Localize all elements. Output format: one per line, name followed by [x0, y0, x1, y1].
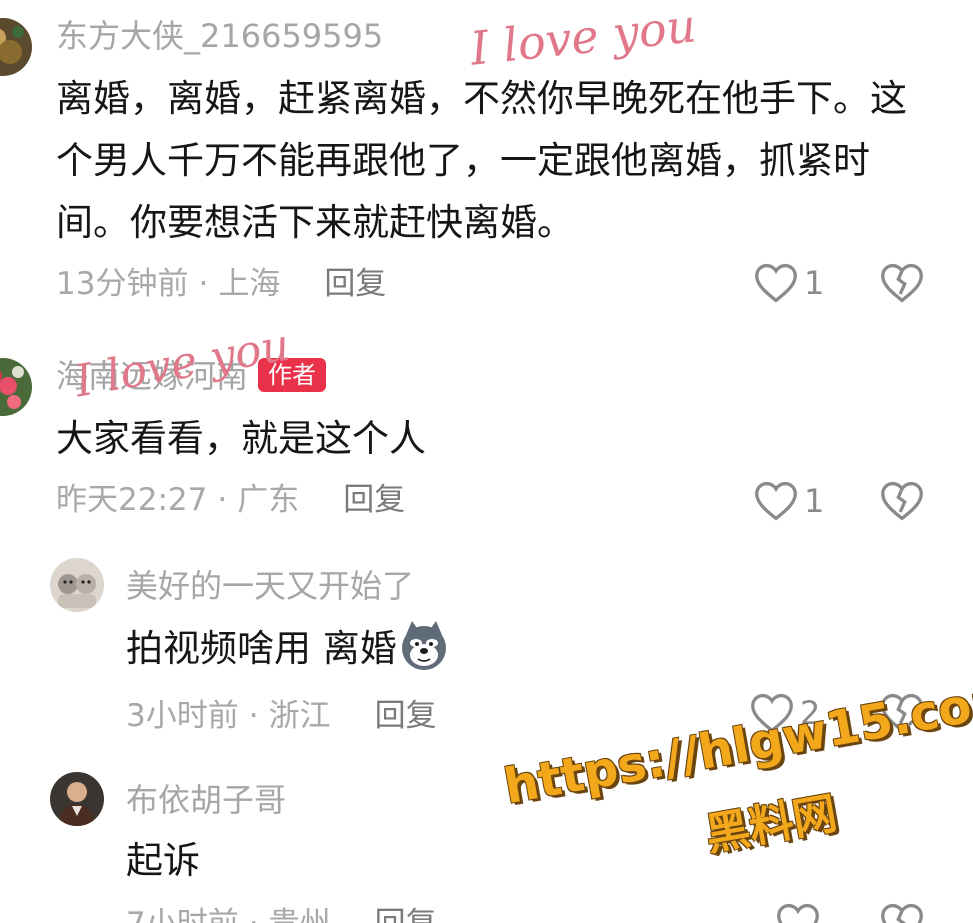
comment-username[interactable]: 美好的一天又开始了 [126, 566, 414, 606]
comment-text-content: 拍视频啥用 离婚 [126, 627, 397, 670]
avatar[interactable] [50, 772, 104, 826]
reply-button[interactable]: 回复 [343, 482, 405, 518]
heart-outline-icon [751, 693, 793, 733]
reply-button[interactable]: 回复 [375, 698, 437, 734]
broken-heart-icon [881, 481, 923, 521]
heart-outline-icon [755, 481, 797, 521]
dislike-button[interactable] [880, 692, 924, 738]
like-button[interactable]: 1 [754, 480, 824, 522]
dislike-button[interactable] [880, 262, 924, 308]
comment-meta: 13分钟前 · 上海 回复 [56, 264, 386, 304]
comment-meta: 昨天22:27 · 广东 回复 [56, 480, 405, 520]
comment-username-text: 海南远嫁河南 [56, 357, 249, 395]
like-button[interactable]: 2 [750, 692, 820, 734]
separator-dot: · [217, 482, 228, 518]
like-count: 2 [800, 694, 821, 732]
comment-location: 广东 [237, 482, 300, 518]
reply-button[interactable]: 回复 [375, 906, 437, 923]
comment-username[interactable]: 东方大侠_216659595 [56, 16, 383, 56]
avatar[interactable] [0, 18, 32, 76]
author-badge: 作者 [258, 358, 327, 392]
dislike-button[interactable] [880, 480, 924, 526]
separator-dot: · [248, 698, 259, 734]
comment-item: 东方大侠_216659595 离婚，离婚，赶紧离婚，不然你早晚死在他手下。这个男… [0, 0, 973, 320]
like-count: 1 [804, 264, 825, 302]
heart-outline-icon [777, 903, 819, 923]
broken-heart-icon [881, 263, 923, 303]
comment-time: 昨天22:27 [56, 482, 208, 518]
separator-dot: · [198, 266, 209, 302]
like-button[interactable]: 1 [754, 262, 824, 304]
avatar[interactable] [0, 358, 32, 416]
comment-time: 7小时前 [126, 906, 239, 923]
broken-heart-icon [881, 903, 923, 923]
reply-button[interactable]: 回复 [324, 266, 386, 302]
comment-location: 贵州 [269, 906, 331, 923]
comment-meta: 3小时前 · 浙江 回复 [126, 696, 437, 736]
comment-text: 大家看看，就是这个人 [56, 417, 426, 460]
comment-location: 浙江 [268, 698, 331, 734]
like-button[interactable] [776, 902, 820, 923]
comment-text: 离婚，离婚，赶紧离婚，不然你早晚死在他手下。这个男人千万不能再跟他了，一定跟他离… [56, 77, 907, 244]
comment-time: 3小时前 [126, 698, 239, 734]
comment-username[interactable]: 布依胡子哥 [126, 780, 286, 820]
broken-heart-icon [881, 693, 923, 733]
separator-dot: · [249, 906, 259, 923]
comment-item: 海南远嫁河南 作者 大家看看，就是这个人 昨天22:27 · 广东 回复 1 [0, 340, 973, 540]
heart-outline-icon [755, 263, 797, 303]
like-count: 1 [804, 482, 825, 520]
reply-item: 美好的一天又开始了 拍视频啥用 离婚 3小时前 · 浙江 回复 2 [0, 556, 973, 756]
comment-text: 拍视频啥用 离婚 [126, 618, 886, 680]
comment-username[interactable]: 海南远嫁河南 作者 [56, 356, 327, 396]
avatar[interactable] [50, 558, 104, 612]
reply-item: 布依胡子哥 起诉 7小时前 · 贵州 回复 [0, 770, 973, 923]
comment-time: 13分钟前 [56, 266, 189, 302]
dislike-button[interactable] [880, 902, 924, 923]
comment-location: 上海 [218, 266, 281, 302]
comment-meta: 7小时前 · 贵州 回复 [126, 904, 437, 923]
comment-text: 起诉 [126, 839, 200, 882]
husky-dog-emoji [401, 621, 446, 670]
